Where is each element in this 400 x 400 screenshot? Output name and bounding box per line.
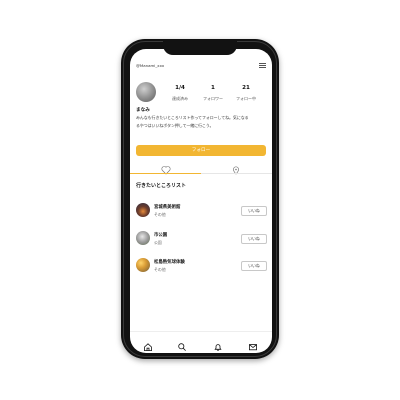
follow-button[interactable]: フォロー [136, 145, 266, 156]
app-screen: @Manami_xxx 1/4 達成済み 1 フォロワー 21 フォロー中 まな… [130, 49, 272, 353]
mail-icon[interactable] [248, 337, 258, 351]
list-item-title[interactable]: 松島熱気球体験 [154, 259, 185, 265]
list-item-category: その他 [154, 212, 166, 217]
bottom-nav-divider [130, 331, 272, 332]
heart-icon[interactable] [161, 160, 171, 175]
like-button[interactable]: いいね [241, 234, 267, 244]
location-pin-icon[interactable] [231, 160, 241, 175]
stat-following-value[interactable]: 21 [236, 85, 256, 91]
stat-followers-value[interactable]: 1 [203, 85, 223, 91]
tab-active-indicator [130, 172, 201, 174]
stat-followers-label[interactable]: フォロワー [200, 96, 226, 102]
home-icon[interactable] [143, 337, 153, 351]
list-item-category: 公園 [154, 240, 162, 245]
hamburger-menu-icon[interactable] [259, 62, 266, 70]
stat-following-label[interactable]: フォロー中 [233, 96, 259, 102]
profile-bio-line1: みんなも行きたいところリスト作ってフォローしてね。気になる [136, 115, 249, 120]
stat-achieved-value: 1/4 [175, 85, 185, 91]
header-username: @Manami_xxx [136, 63, 165, 68]
list-title: 行きたいところリスト [136, 183, 187, 189]
like-button[interactable]: いいね [241, 206, 267, 216]
list-item-thumbnail[interactable] [136, 258, 150, 272]
list-item-thumbnail[interactable] [136, 203, 150, 217]
like-button[interactable]: いいね [241, 261, 267, 271]
profile-name: まなみ [136, 108, 150, 113]
avatar[interactable] [136, 82, 156, 102]
list-item-title[interactable]: 市公園 [154, 232, 167, 238]
profile-bio-line2: るやつはいいねボタン押して一緒に行こう。 [136, 123, 214, 128]
list-item-title[interactable]: 宮城県美術館 [154, 204, 180, 210]
bell-icon[interactable] [213, 337, 223, 351]
list-item-thumbnail[interactable] [136, 231, 150, 245]
list-item-category: その他 [154, 267, 166, 272]
phone-notch [163, 39, 237, 55]
search-icon[interactable] [177, 337, 187, 351]
stat-achieved-label: 達成済み [172, 96, 188, 101]
